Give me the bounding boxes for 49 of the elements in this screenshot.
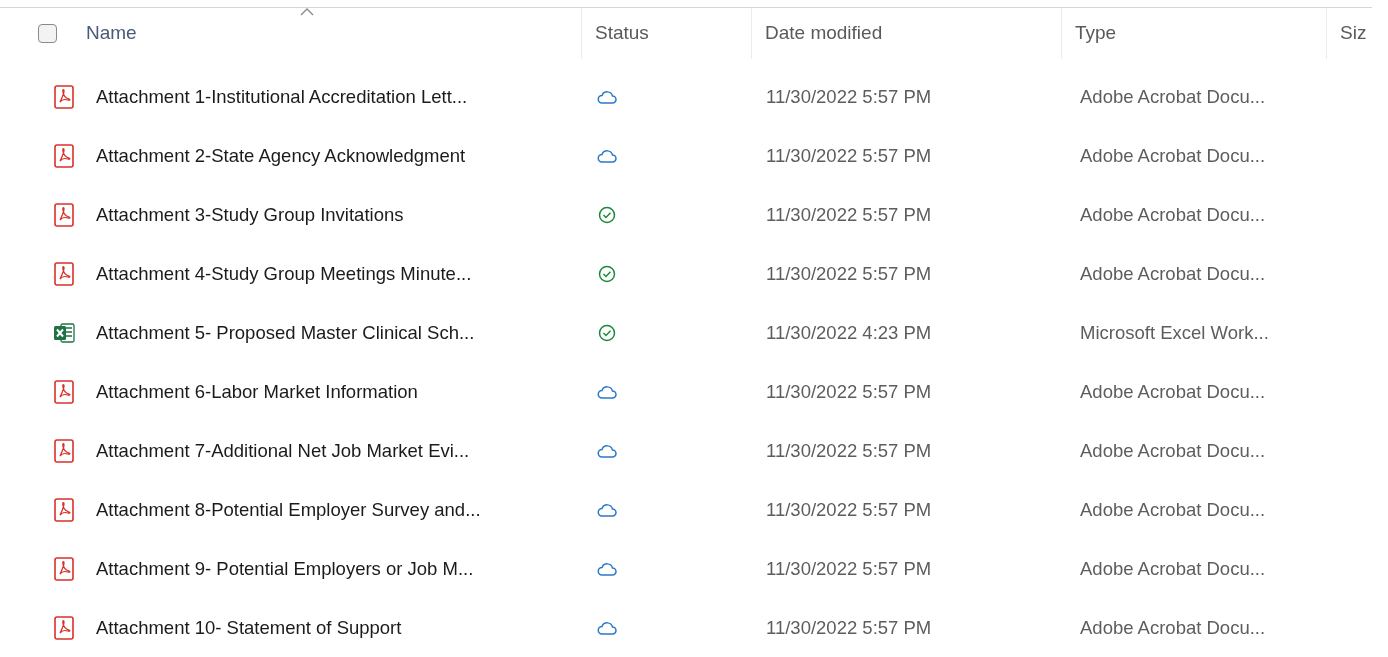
file-type: Adobe Acrobat Docu... (1080, 556, 1266, 581)
date-modified: 11/30/2022 5:57 PM (766, 497, 933, 522)
file-name[interactable]: Attachment 9- Potential Employers or Job M... (96, 554, 474, 583)
file-name[interactable]: Attachment 10- Statement of Support (96, 613, 402, 642)
date-modified: 11/30/2022 4:23 PM (766, 320, 933, 345)
file-name[interactable]: Attachment 1-Institutional Accreditation Lett... (96, 82, 468, 111)
date-modified: 11/30/2022 5:57 PM (766, 261, 933, 286)
date-modified: 11/30/2022 5:57 PM (766, 438, 933, 463)
column-header[interactable]: Name (86, 19, 137, 48)
pdf-file-icon (52, 556, 76, 581)
file-name[interactable]: Attachment 6-Labor Market Information (96, 377, 418, 406)
file-type: Adobe Acrobat Docu... (1080, 497, 1266, 522)
file-name[interactable]: Attachment 8-Potential Employer Survey and... (96, 495, 481, 524)
pdf-file-icon (52, 379, 76, 404)
pdf-file-icon (52, 497, 76, 522)
pdf-file-icon (52, 143, 76, 168)
column-header[interactable]: Type (1075, 19, 1117, 48)
select-all-checkbox[interactable] (38, 24, 57, 43)
date-modified: 11/30/2022 5:57 PM (766, 84, 933, 109)
file-type: Adobe Acrobat Docu... (1080, 379, 1266, 404)
file-name[interactable]: Attachment 5- Proposed Master Clinical Sch... (96, 318, 475, 347)
check-circle-icon (596, 323, 618, 342)
check-circle-icon (596, 205, 618, 224)
check-circle-icon (596, 264, 618, 283)
file-type: Adobe Acrobat Docu... (1080, 615, 1266, 640)
file-name[interactable]: Attachment 3-Study Group Invitations (96, 200, 404, 229)
file-name[interactable]: Attachment 2-State Agency Acknowledgment (96, 141, 466, 170)
date-modified: 11/30/2022 5:57 PM (766, 379, 933, 404)
file-name[interactable]: Attachment 4-Study Group Meetings Minute... (96, 259, 472, 288)
file-name[interactable]: Attachment 7-Additional Net Job Market Evi... (96, 436, 470, 465)
file-type: Adobe Acrobat Docu... (1080, 84, 1266, 109)
date-modified: 11/30/2022 5:57 PM (766, 143, 933, 168)
date-modified: 11/30/2022 5:57 PM (766, 556, 933, 581)
pdf-file-icon (52, 615, 76, 640)
date-modified: 11/30/2022 5:57 PM (766, 615, 933, 640)
date-modified: 11/30/2022 5:57 PM (766, 202, 933, 227)
pdf-file-icon (52, 84, 76, 109)
pdf-file-icon (52, 438, 76, 463)
column-header[interactable]: Status (595, 19, 649, 48)
column-header[interactable]: Siz (1340, 19, 1367, 48)
spreadsheet-file-icon (52, 320, 76, 345)
file-type: Adobe Acrobat Docu... (1080, 438, 1266, 463)
file-type: Adobe Acrobat Docu... (1080, 143, 1266, 168)
file-type: Microsoft Excel Work... (1080, 320, 1269, 345)
pdf-file-icon (52, 261, 76, 286)
pdf-file-icon (52, 202, 76, 227)
column-header[interactable]: Date modified (765, 19, 883, 48)
file-type: Adobe Acrobat Docu... (1080, 261, 1266, 286)
file-type: Adobe Acrobat Docu... (1080, 202, 1266, 227)
